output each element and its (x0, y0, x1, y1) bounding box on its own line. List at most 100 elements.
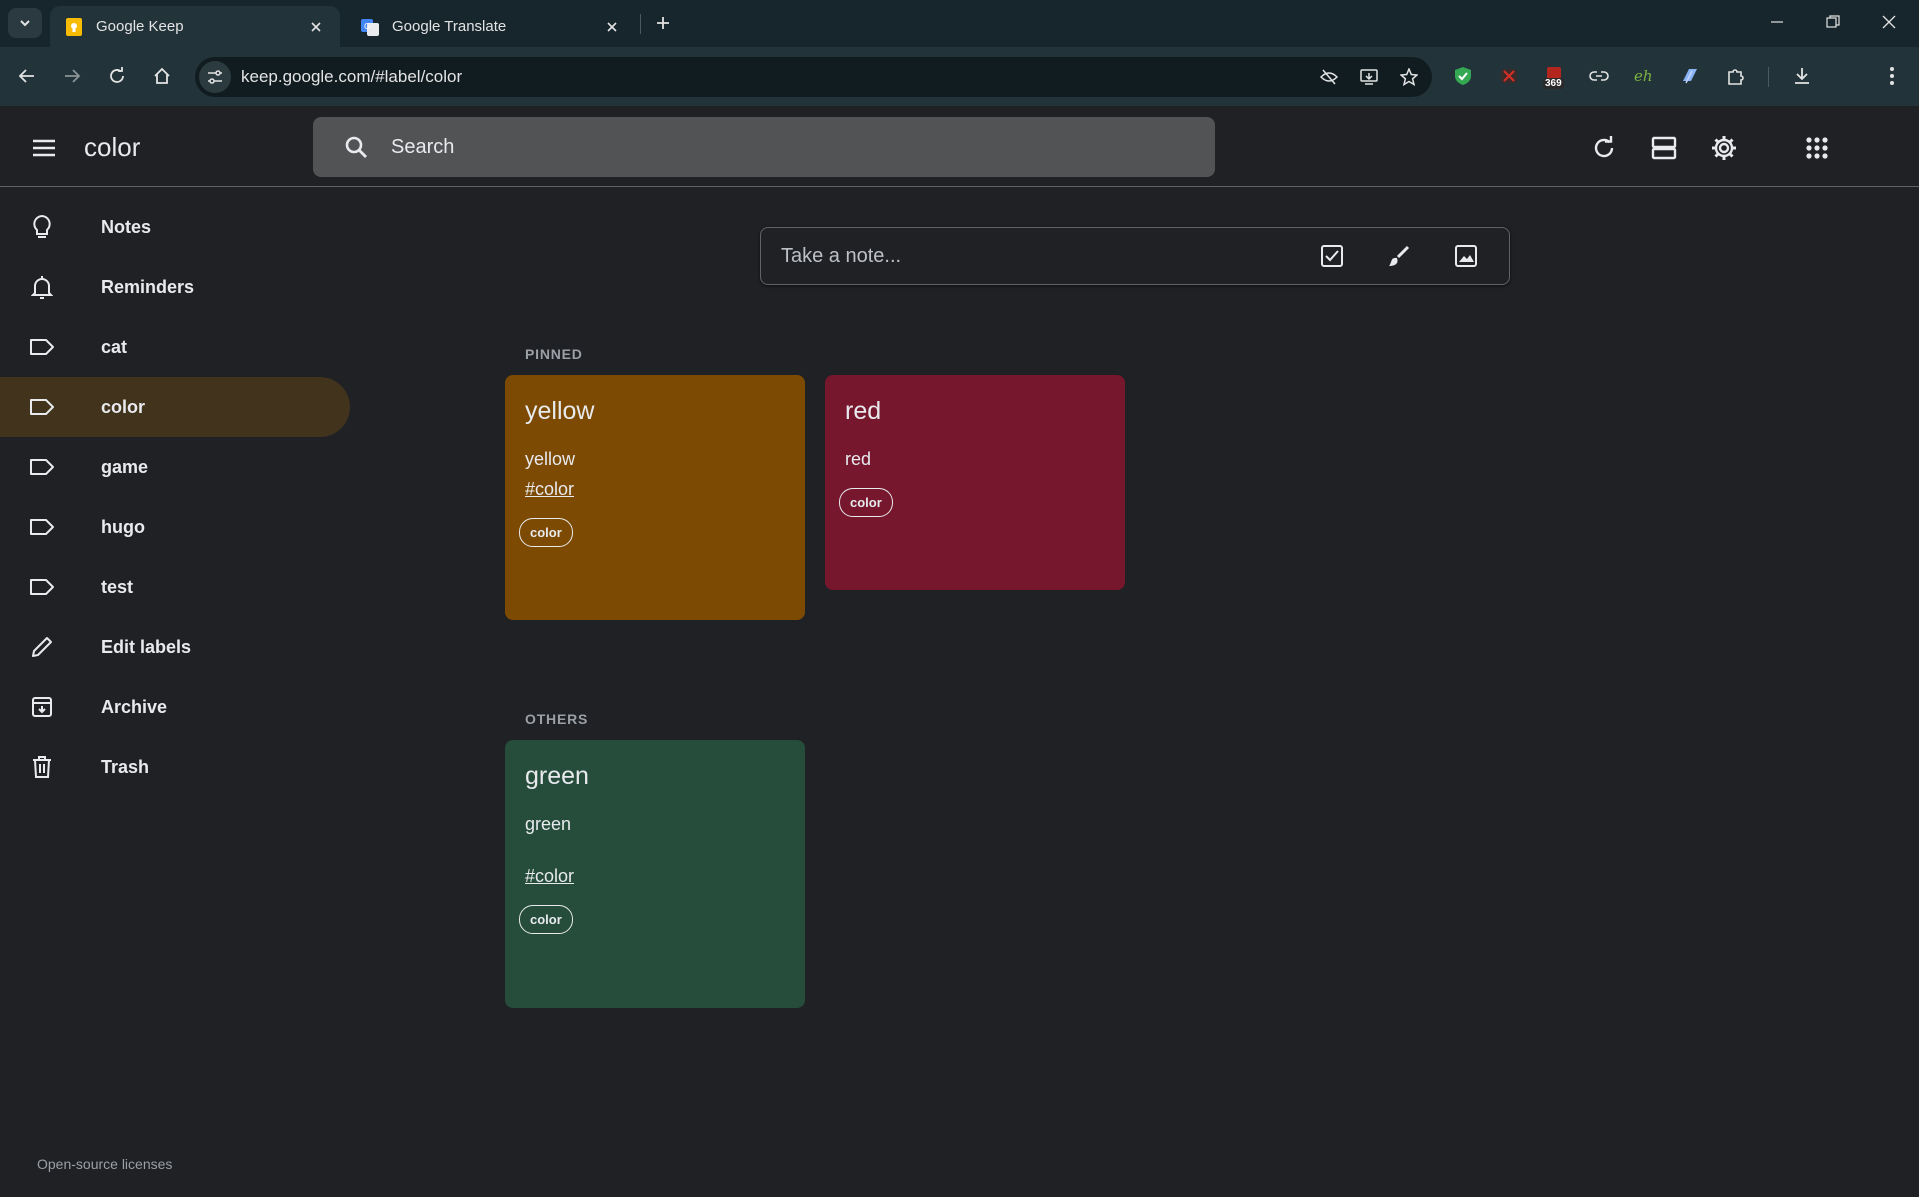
brush-icon (1389, 245, 1410, 266)
eh-extension-icon[interactable]: eh (1627, 59, 1661, 93)
reload-icon (110, 67, 124, 83)
address-bar[interactable]: keep.google.com/#label/color (195, 57, 1432, 97)
svg-text:eh: eh (1634, 67, 1653, 85)
tab-search-button[interactable] (8, 8, 42, 38)
sidebar-item-label: Archive (101, 696, 168, 717)
tab-title: Google Translate (392, 18, 507, 35)
arrow-right-icon (65, 69, 81, 83)
note-label-chip[interactable]: color (519, 518, 573, 547)
new-list-button[interactable] (1308, 232, 1356, 280)
new-image-button[interactable] (1442, 232, 1490, 280)
tab-separator (640, 14, 641, 34)
bell-icon (28, 273, 56, 301)
bookmark-star-icon[interactable] (1392, 60, 1426, 94)
note-hashtag-link[interactable]: #color (525, 861, 785, 891)
list-view-icon (1651, 136, 1677, 160)
close-tab-icon[interactable] (602, 17, 622, 37)
browser-tabstrip: Google Keep G Google Translate (0, 0, 1919, 47)
main-menu-button[interactable] (20, 124, 68, 172)
take-note-placeholder[interactable]: Take a note... (781, 245, 1308, 268)
new-drawing-button[interactable] (1375, 232, 1423, 280)
image-icon (1455, 245, 1477, 267)
refresh-icon (1594, 136, 1614, 158)
downloads-icon[interactable] (1785, 59, 1819, 93)
sidebar-item-trash[interactable]: Trash (0, 737, 350, 797)
browser-toolbar: keep.google.com/#label/color 369 eh (0, 47, 1919, 106)
arrow-left-icon (18, 69, 34, 83)
sidebar-item-notes[interactable]: Notes (0, 197, 350, 257)
svg-text:G: G (364, 22, 370, 31)
note-body: yellow (525, 449, 576, 469)
sidebar-item-test[interactable]: test (0, 557, 350, 617)
browser-menu-icon[interactable] (1875, 59, 1909, 93)
sidebar-item-color[interactable]: color (0, 377, 350, 437)
plus-icon (657, 17, 669, 29)
sidebar-item-edit-labels[interactable]: Edit labels (0, 617, 350, 677)
note-card-yellow[interactable]: yellow yellow #color color (505, 375, 805, 620)
home-button[interactable] (145, 59, 179, 93)
site-info-icon[interactable] (199, 61, 231, 93)
link-extension-icon[interactable] (1582, 59, 1616, 93)
back-button[interactable] (10, 59, 44, 93)
hamburger-menu-icon (33, 139, 55, 157)
counter-extension-icon[interactable]: 369 (1537, 59, 1571, 93)
sidebar-item-archive[interactable]: Archive (0, 677, 350, 737)
others-section-label: OTHERS (525, 711, 589, 727)
search-input[interactable] (391, 135, 1215, 159)
label-icon (28, 513, 56, 541)
eye-off-icon[interactable] (1312, 60, 1346, 94)
shield-extension-icon[interactable] (1446, 59, 1480, 93)
sidebar-item-label: color (101, 396, 146, 417)
puzzle-extensions-icon[interactable] (1719, 59, 1753, 93)
sidebar-item-label: Edit labels (101, 636, 192, 657)
note-title: yellow (525, 397, 595, 425)
refresh-button[interactable] (1580, 124, 1628, 172)
tab-google-translate[interactable]: G Google Translate (346, 6, 636, 47)
take-note-bar[interactable]: Take a note... (760, 227, 1510, 285)
gear-icon (1712, 136, 1736, 160)
sidebar-item-reminders[interactable]: Reminders (0, 257, 350, 317)
sidebar-item-game[interactable]: game (0, 437, 350, 497)
tab-google-keep[interactable]: Google Keep (50, 6, 340, 47)
sidebar-item-label: cat (101, 336, 128, 357)
minimize-button[interactable] (1748, 0, 1806, 44)
pencil-icon (28, 633, 56, 661)
translate-favicon-icon: G (360, 17, 380, 37)
tab-title: Google Keep (96, 18, 184, 35)
search-icon[interactable] (333, 124, 379, 170)
forward-button[interactable] (55, 59, 89, 93)
close-icon (1882, 15, 1896, 29)
extension-badge: 369 (1543, 78, 1564, 89)
sidebar-item-label: Reminders (101, 276, 195, 297)
note-title: red (845, 397, 882, 425)
toolbar-separator (1768, 67, 1769, 87)
restore-button[interactable] (1804, 0, 1862, 44)
google-apps-button[interactable] (1793, 124, 1841, 172)
reload-button[interactable] (100, 59, 134, 93)
close-tab-icon[interactable] (306, 17, 326, 37)
archive-icon (28, 693, 56, 721)
open-source-licenses-link[interactable]: Open-source licenses (37, 1156, 172, 1172)
note-hashtag-link[interactable]: #color (525, 474, 785, 504)
note-label-chip[interactable]: color (519, 905, 573, 934)
sidebar-item-cat[interactable]: cat (0, 317, 350, 377)
settings-button[interactable] (1700, 124, 1748, 172)
blocker-extension-icon[interactable] (1492, 59, 1526, 93)
sidebar: Notes Reminders cat color game hugo test… (0, 197, 350, 797)
trash-icon (28, 753, 56, 781)
url-text[interactable]: keep.google.com/#label/color (241, 67, 1312, 87)
label-icon (28, 393, 56, 421)
new-tab-button[interactable] (648, 8, 678, 38)
page-title: color (84, 132, 141, 162)
sidebar-item-label: test (101, 576, 134, 597)
note-card-red[interactable]: red red color (825, 375, 1125, 590)
note-body: green (525, 814, 572, 834)
close-window-button[interactable] (1860, 0, 1918, 44)
search-bar[interactable] (313, 117, 1215, 177)
sidebar-item-hugo[interactable]: hugo (0, 497, 350, 557)
install-app-icon[interactable] (1352, 60, 1386, 94)
note-card-green[interactable]: green green #color color (505, 740, 805, 1008)
translate-extension-icon[interactable] (1673, 59, 1707, 93)
list-view-button[interactable] (1640, 124, 1688, 172)
note-label-chip[interactable]: color (839, 488, 893, 517)
